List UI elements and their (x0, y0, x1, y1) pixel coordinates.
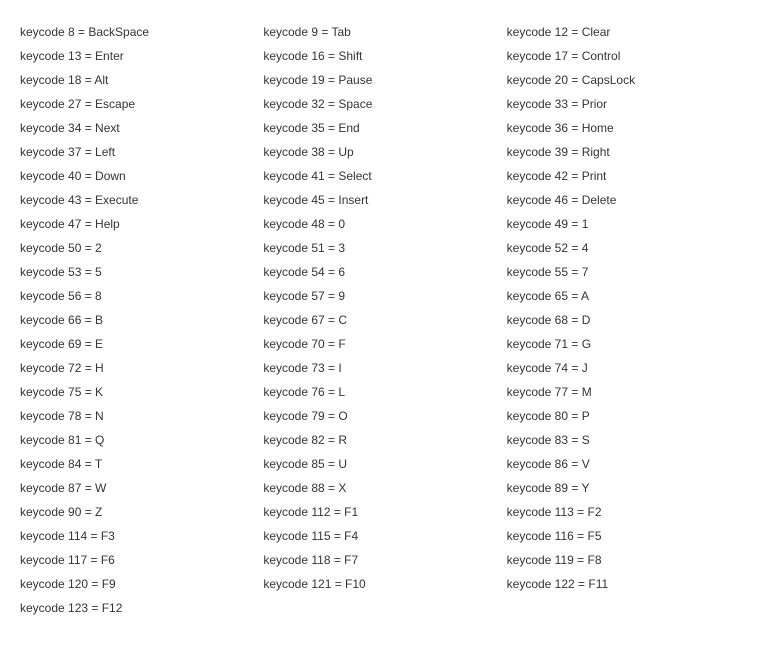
keycode-entry: keycode 54 = 6 (263, 260, 496, 284)
keycode-entry: keycode 71 = G (507, 332, 740, 356)
keycode-entry: keycode 41 = Select (263, 164, 496, 188)
keycode-entry: keycode 86 = V (507, 452, 740, 476)
keycode-entry: keycode 69 = E (20, 332, 253, 356)
keycode-entry: keycode 70 = F (263, 332, 496, 356)
keycode-entry: keycode 121 = F10 (263, 572, 496, 596)
keycode-entry: keycode 38 = Up (263, 140, 496, 164)
keycode-entry: keycode 73 = I (263, 356, 496, 380)
keycode-entry: keycode 13 = Enter (20, 44, 253, 68)
keycode-entry: keycode 36 = Home (507, 116, 740, 140)
keycode-entry: keycode 65 = A (507, 284, 740, 308)
keycode-entry: keycode 66 = B (20, 308, 253, 332)
keycode-entry: keycode 82 = R (263, 428, 496, 452)
keycode-entry: keycode 56 = 8 (20, 284, 253, 308)
keycode-entry: keycode 112 = F1 (263, 500, 496, 524)
keycode-entry: keycode 80 = P (507, 404, 740, 428)
keycode-entry: keycode 42 = Print (507, 164, 740, 188)
keycode-entry: keycode 83 = S (507, 428, 740, 452)
keycode-entry: keycode 114 = F3 (20, 524, 253, 548)
keycode-entry: keycode 115 = F4 (263, 524, 496, 548)
keycode-entry: keycode 77 = M (507, 380, 740, 404)
keycode-entry: keycode 52 = 4 (507, 236, 740, 260)
keycode-entry: keycode 68 = D (507, 308, 740, 332)
keycode-entry: keycode 88 = X (263, 476, 496, 500)
keycode-entry: keycode 122 = F11 (507, 572, 740, 596)
keycode-entry: keycode 53 = 5 (20, 260, 253, 284)
keycode-table: keycode 8 = BackSpacekeycode 9 = Tabkeyc… (20, 20, 740, 620)
keycode-entry: keycode 90 = Z (20, 500, 253, 524)
keycode-entry: keycode 72 = H (20, 356, 253, 380)
keycode-entry: keycode 55 = 7 (507, 260, 740, 284)
keycode-entry: keycode 19 = Pause (263, 68, 496, 92)
keycode-entry: keycode 18 = Alt (20, 68, 253, 92)
keycode-entry: keycode 79 = O (263, 404, 496, 428)
keycode-entry: keycode 34 = Next (20, 116, 253, 140)
keycode-entry: keycode 84 = T (20, 452, 253, 476)
keycode-entry: keycode 75 = K (20, 380, 253, 404)
keycode-entry: keycode 120 = F9 (20, 572, 253, 596)
keycode-entry: keycode 39 = Right (507, 140, 740, 164)
keycode-entry: keycode 81 = Q (20, 428, 253, 452)
keycode-entry: keycode 78 = N (20, 404, 253, 428)
keycode-entry: keycode 32 = Space (263, 92, 496, 116)
keycode-entry: keycode 89 = Y (507, 476, 740, 500)
keycode-entry: keycode 119 = F8 (507, 548, 740, 572)
keycode-entry: keycode 12 = Clear (507, 20, 740, 44)
keycode-entry: keycode 48 = 0 (263, 212, 496, 236)
keycode-entry: keycode 49 = 1 (507, 212, 740, 236)
keycode-entry: keycode 116 = F5 (507, 524, 740, 548)
keycode-entry: keycode 117 = F6 (20, 548, 253, 572)
keycode-entry: keycode 35 = End (263, 116, 496, 140)
keycode-entry: keycode 9 = Tab (263, 20, 496, 44)
keycode-entry: keycode 27 = Escape (20, 92, 253, 116)
keycode-entry: keycode 45 = Insert (263, 188, 496, 212)
keycode-entry: keycode 85 = U (263, 452, 496, 476)
keycode-entry: keycode 8 = BackSpace (20, 20, 253, 44)
keycode-entry: keycode 20 = CapsLock (507, 68, 740, 92)
keycode-entry: keycode 51 = 3 (263, 236, 496, 260)
keycode-entry: keycode 50 = 2 (20, 236, 253, 260)
keycode-entry: keycode 46 = Delete (507, 188, 740, 212)
keycode-entry: keycode 57 = 9 (263, 284, 496, 308)
keycode-entry: keycode 33 = Prior (507, 92, 740, 116)
keycode-entry: keycode 118 = F7 (263, 548, 496, 572)
keycode-entry: keycode 76 = L (263, 380, 496, 404)
keycode-entry: keycode 43 = Execute (20, 188, 253, 212)
keycode-entry: keycode 87 = W (20, 476, 253, 500)
keycode-entry: keycode 113 = F2 (507, 500, 740, 524)
keycode-entry: keycode 17 = Control (507, 44, 740, 68)
keycode-entry: keycode 40 = Down (20, 164, 253, 188)
keycode-entry: keycode 37 = Left (20, 140, 253, 164)
keycode-entry: keycode 67 = C (263, 308, 496, 332)
keycode-entry: keycode 74 = J (507, 356, 740, 380)
keycode-entry: keycode 47 = Help (20, 212, 253, 236)
keycode-entry: keycode 16 = Shift (263, 44, 496, 68)
keycode-entry: keycode 123 = F12 (20, 596, 253, 620)
